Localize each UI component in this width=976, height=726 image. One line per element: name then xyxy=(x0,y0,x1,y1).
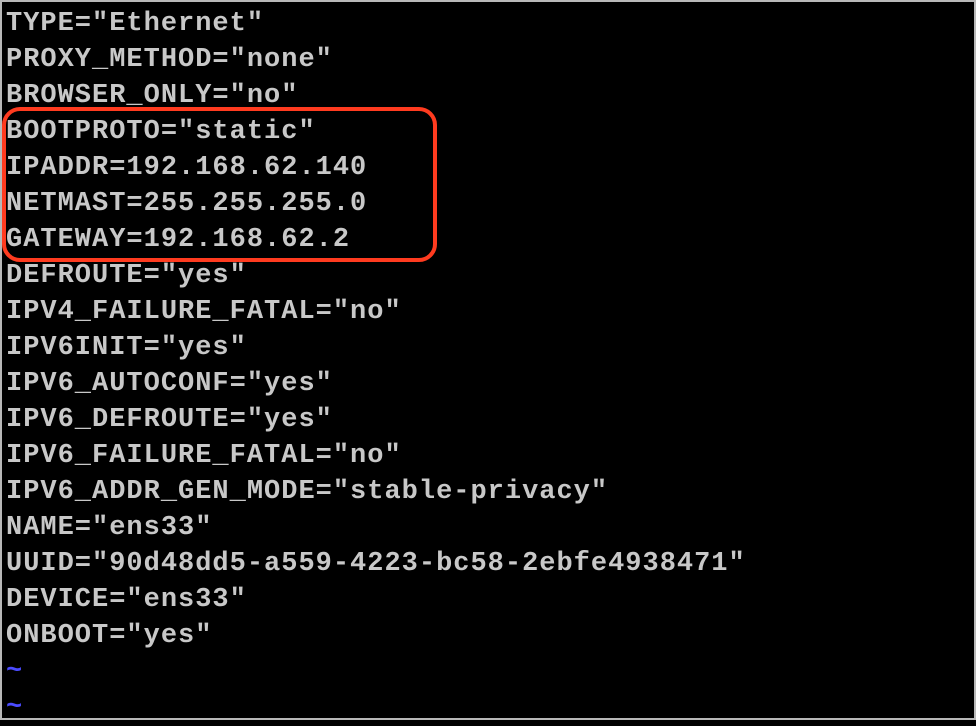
config-line: IPV6INIT="yes" xyxy=(6,330,970,366)
config-line: IPV4_FAILURE_FATAL="no" xyxy=(6,294,970,330)
config-line: IPV6_ADDR_GEN_MODE="stable-privacy" xyxy=(6,474,970,510)
config-line: ONBOOT="yes" xyxy=(6,618,970,654)
config-line: BROWSER_ONLY="no" xyxy=(6,78,970,114)
config-line: IPV6_FAILURE_FATAL="no" xyxy=(6,438,970,474)
config-line: GATEWAY=192.168.62.2 xyxy=(6,222,970,258)
config-line: DEVICE="ens33" xyxy=(6,582,970,618)
vi-empty-line: ~ xyxy=(6,654,970,690)
config-line: BOOTPROTO="static" xyxy=(6,114,970,150)
config-line: IPV6_DEFROUTE="yes" xyxy=(6,402,970,438)
config-line: NETMAST=255.255.255.0 xyxy=(6,186,970,222)
config-line: DEFROUTE="yes" xyxy=(6,258,970,294)
config-line: PROXY_METHOD="none" xyxy=(6,42,970,78)
config-line: NAME="ens33" xyxy=(6,510,970,546)
config-line: UUID="90d48dd5-a559-4223-bc58-2ebfe49384… xyxy=(6,546,970,582)
config-line: TYPE="Ethernet" xyxy=(6,6,970,42)
terminal-window[interactable]: TYPE="Ethernet" PROXY_METHOD="none" BROW… xyxy=(2,2,974,718)
config-line: IPV6_AUTOCONF="yes" xyxy=(6,366,970,402)
config-line: IPADDR=192.168.62.140 xyxy=(6,150,970,186)
vi-empty-line: ~ xyxy=(6,690,970,726)
